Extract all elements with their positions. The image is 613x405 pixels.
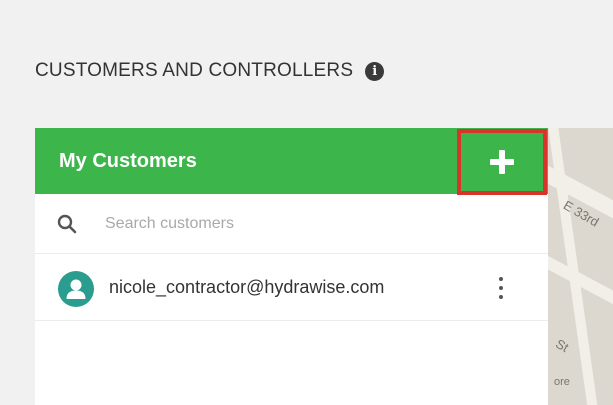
- add-customer-button[interactable]: [457, 129, 547, 195]
- user-icon: [66, 279, 86, 299]
- panel-title: My Customers: [59, 150, 197, 172]
- search-input[interactable]: [105, 210, 505, 238]
- section-title: CUSTOMERS AND CONTROLLERS: [35, 60, 354, 81]
- customer-email: nicole_contractor@hydrawise.com: [109, 277, 385, 297]
- customer-list-item[interactable]: nicole_contractor@hydrawise.com: [35, 255, 548, 321]
- section-header: CUSTOMERS AND CONTROLLERS i: [35, 60, 385, 82]
- search-icon: [57, 214, 77, 234]
- more-vertical-icon[interactable]: [493, 275, 509, 301]
- search-bar: [35, 194, 548, 254]
- map-view[interactable]: E 33rd St ore: [548, 128, 613, 405]
- map-label: St: [553, 335, 572, 356]
- plus-icon: [490, 150, 514, 174]
- avatar: [58, 271, 94, 307]
- map-label: ore: [554, 376, 570, 388]
- info-icon[interactable]: i: [365, 61, 385, 81]
- customers-panel: My Customers nicole_contractor@hydrawise…: [35, 128, 548, 405]
